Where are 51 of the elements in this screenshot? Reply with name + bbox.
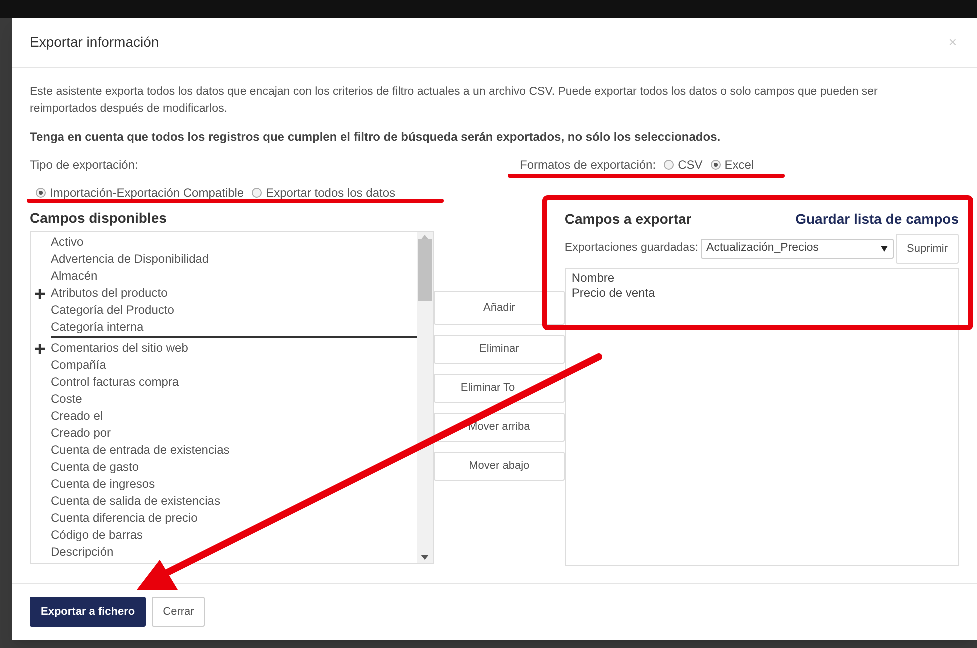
export-format-label: Formatos de exportación: xyxy=(520,157,656,174)
field-item[interactable]: Categoría del Producto xyxy=(51,303,178,318)
radio-label[interactable]: Importación-Exportación Compatible xyxy=(50,184,244,202)
export-fields-title: Campos a exportar xyxy=(564,210,692,229)
field-item[interactable]: Descripción xyxy=(51,545,118,560)
save-field-list-link[interactable]: Guardar lista de campos xyxy=(796,208,959,230)
expand-plus-icon[interactable] xyxy=(35,288,45,298)
field-item[interactable]: Cuenta de salida de existencias xyxy=(51,494,224,509)
field-item[interactable]: Creado el xyxy=(51,409,108,424)
radio-label[interactable]: Excel xyxy=(724,156,754,174)
saved-exports-dropdown[interactable]: Actualización_Precios xyxy=(700,239,894,259)
action-button[interactable]: Eliminar xyxy=(434,335,565,364)
dialog-title: Exportar información xyxy=(30,33,160,52)
field-item[interactable]: Cuenta de entrada de existencias xyxy=(51,443,234,458)
export-field-item[interactable]: Precio de venta xyxy=(572,286,952,301)
field-item[interactable]: Almacén xyxy=(51,269,102,284)
scrollbar[interactable] xyxy=(416,232,433,563)
radio-button[interactable] xyxy=(36,188,46,198)
field-item[interactable]: Código de barras xyxy=(51,528,148,543)
field-item[interactable]: Compañía xyxy=(51,358,110,373)
field-item[interactable]: Advertencia de Disponibilidad xyxy=(51,252,214,267)
saved-exports-label: Exportaciones guardadas: xyxy=(564,241,699,256)
close-dialog-button[interactable]: Cerrar xyxy=(152,597,206,627)
scroll-thumb[interactable] xyxy=(418,239,432,301)
export-field-item[interactable]: Nombre xyxy=(572,271,952,286)
radio-label[interactable]: Exportar todos los datos xyxy=(266,184,396,202)
field-item[interactable]: Categoría interna xyxy=(51,320,148,335)
radio-label[interactable]: CSV xyxy=(678,156,703,174)
expand-plus-icon[interactable] xyxy=(35,344,45,354)
action-button[interactable]: Mover abajo xyxy=(434,452,565,481)
field-item[interactable]: Creado por xyxy=(51,426,116,441)
field-item[interactable]: Cuenta de ingresos xyxy=(51,477,160,492)
radio-button[interactable] xyxy=(252,188,262,198)
field-item[interactable]: Control facturas compra xyxy=(51,375,184,390)
field-item[interactable]: Comentarios del sitio web xyxy=(51,341,192,356)
field-item[interactable]: Coste xyxy=(51,392,86,407)
intro-text: Este asistente exporta todos los datos que encajan con los criterios de filtro actuales a un archivo CSV. Puede exportar todos los datos o solo campos que pueden ser reimportados después de modificarlos. xyxy=(30,85,879,117)
delete-button[interactable]: Suprimir xyxy=(896,234,959,264)
field-item[interactable]: Cuenta diferencia de precio xyxy=(51,511,202,526)
field-item[interactable]: Activo xyxy=(51,235,88,250)
export-type-label: Tipo de exportación: xyxy=(30,157,140,174)
export-button[interactable]: Exportar a fichero xyxy=(30,597,146,627)
available-fields-title: Campos disponibles xyxy=(30,209,168,228)
dropdown-caret-icon xyxy=(881,246,888,252)
radio-button[interactable] xyxy=(710,160,721,170)
action-button[interactable]: Añadir xyxy=(434,291,565,325)
scroll-down-icon[interactable] xyxy=(420,555,429,560)
notice-text: Tenga en cuenta que todos los registros que cumplen el filtro de búsqueda serán exportados, no sólo los seleccionados. xyxy=(30,129,722,146)
field-item[interactable]: Atributos del producto xyxy=(51,286,172,301)
radio-button[interactable] xyxy=(664,160,674,170)
field-item[interactable]: Cuenta de gasto xyxy=(51,460,144,475)
